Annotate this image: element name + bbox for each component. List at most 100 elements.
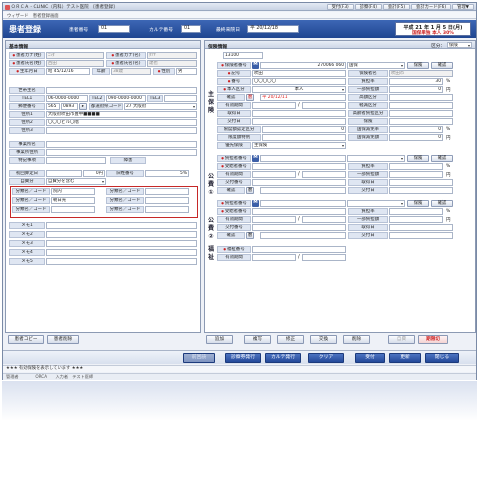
k1-yuko-to[interactable] bbox=[302, 171, 346, 178]
modify-button[interactable]: 修正 bbox=[277, 335, 304, 344]
memo5-input[interactable] bbox=[46, 258, 197, 265]
zip-input-1[interactable]: 565 bbox=[46, 103, 60, 110]
classify-input-3b[interactable] bbox=[145, 206, 189, 213]
addr1-input[interactable]: 大阪府吹田市豊中■■■■ bbox=[46, 111, 197, 118]
update-button[interactable]: 更新 bbox=[389, 353, 421, 363]
addr3-input[interactable] bbox=[46, 127, 197, 134]
patient-no-input[interactable]: 01 bbox=[98, 24, 130, 33]
genmen-amt-unit: 円 bbox=[446, 136, 451, 141]
k1-m-button[interactable]: M bbox=[252, 155, 259, 162]
discount-select[interactable]: 自費分を含む bbox=[46, 178, 106, 185]
name-kana-mei-input[interactable]: ﾀﾂﾔ bbox=[147, 52, 197, 59]
tel1-input[interactable]: 06-0000-0000 bbox=[46, 95, 88, 102]
k1-no-input[interactable] bbox=[260, 155, 346, 162]
classify-input-1b[interactable] bbox=[145, 188, 189, 195]
bango-input[interactable]: 〇〇〇〇〇 bbox=[252, 78, 346, 85]
prev-read-button[interactable]: 前回読 bbox=[183, 353, 215, 363]
kigo-input[interactable]: 吹田 bbox=[252, 70, 346, 77]
office-input[interactable] bbox=[46, 141, 197, 148]
classify-input-2b[interactable] bbox=[145, 197, 189, 204]
copy-button[interactable]: 複写 bbox=[244, 335, 271, 344]
chart-issue-button[interactable]: カルテ発行 bbox=[265, 353, 301, 363]
w-yuko-from[interactable] bbox=[252, 254, 296, 261]
hoken-button-2[interactable]: 保険 bbox=[407, 155, 429, 162]
yuko-to[interactable] bbox=[302, 102, 346, 109]
top-btn-admin[interactable]: 管理▼ bbox=[452, 4, 474, 10]
office-addr-input[interactable] bbox=[46, 149, 197, 156]
kakunin-date[interactable]: 平 20/12/11 bbox=[260, 94, 346, 101]
k1-recv-input[interactable] bbox=[252, 163, 346, 170]
reception-button[interactable]: 受付 bbox=[355, 353, 385, 363]
zip-search-button[interactable]: ▸ bbox=[79, 103, 87, 110]
memo4-input[interactable] bbox=[46, 249, 197, 256]
classify-input-1a[interactable]: 院内 bbox=[51, 188, 95, 195]
patient-copy-button[interactable]: 患者コピー bbox=[8, 335, 44, 344]
k1-kakunin-input[interactable] bbox=[260, 187, 346, 194]
kubun-select[interactable]: 保険 bbox=[447, 42, 472, 48]
close-button[interactable]: 閉じる bbox=[425, 353, 459, 363]
household-input[interactable] bbox=[46, 87, 197, 94]
kofu-input[interactable] bbox=[252, 118, 346, 125]
top-btn-exam[interactable]: 診察(F4) bbox=[354, 4, 382, 10]
memo2-input[interactable] bbox=[46, 231, 197, 238]
k2-recv-input[interactable] bbox=[252, 208, 346, 215]
clear-button[interactable]: クリア bbox=[308, 353, 344, 363]
k2-yuko-to[interactable] bbox=[302, 216, 346, 223]
top-btn-reception[interactable]: 受付(F3) bbox=[326, 4, 354, 10]
k1-cal-button[interactable]: 暦 bbox=[246, 187, 254, 194]
kakunin-button-3[interactable]: 確認 bbox=[431, 200, 453, 207]
add-button[interactable]: 追加 bbox=[206, 335, 233, 344]
birth-input[interactable]: 昭 45/12/16 bbox=[46, 68, 90, 75]
sex-input[interactable]: 男 bbox=[176, 68, 197, 75]
top-btn-account-card[interactable]: 会計カード(F6) bbox=[411, 4, 452, 10]
ins-type-select[interactable]: 国保 bbox=[347, 62, 405, 69]
patient-delete-button[interactable]: 患者削除 bbox=[47, 335, 79, 344]
name-kanji-sei-input[interactable]: 西田 bbox=[46, 60, 104, 67]
k2-kofu-input[interactable] bbox=[252, 224, 346, 231]
k1-yuko-from[interactable] bbox=[252, 171, 296, 178]
pref-select[interactable]: 27 大阪府 bbox=[124, 103, 197, 110]
zip-input-2[interactable]: 0893 bbox=[61, 103, 78, 110]
yuko-from[interactable] bbox=[252, 102, 296, 109]
addr2-input[interactable]: 〇〇〇ビル〇階 bbox=[46, 119, 197, 126]
top-btn-accounting[interactable]: 会計(F5) bbox=[382, 4, 411, 10]
k2-kakunin-input[interactable] bbox=[260, 232, 346, 239]
classify-input-3a[interactable] bbox=[51, 206, 95, 213]
k2-yuko-from[interactable] bbox=[252, 216, 296, 223]
hoken-button-1[interactable]: 保険 bbox=[407, 62, 429, 69]
k2-m-button[interactable]: M bbox=[252, 200, 259, 207]
k1-kofu-input[interactable] bbox=[252, 179, 346, 186]
shutoku-input[interactable] bbox=[252, 110, 346, 117]
k2-cal-button[interactable]: 暦 bbox=[246, 232, 254, 239]
k2-no-input[interactable] bbox=[260, 200, 346, 207]
first-visit-input[interactable] bbox=[46, 170, 82, 177]
ins-no-input[interactable]: 270066 060 bbox=[260, 62, 346, 69]
w-no-input[interactable] bbox=[252, 246, 346, 253]
name-kanji-mei-input[interactable]: 達也 bbox=[147, 60, 197, 67]
window-title: ＯＲＣＡ - CLINIC（内科）テスト医院 [患者登録] bbox=[11, 5, 115, 10]
self-pay-button[interactable]: 自費 bbox=[388, 335, 415, 344]
card-no-input[interactable]: 01 bbox=[181, 24, 201, 33]
classify-input-2a[interactable]: 朝日光 bbox=[51, 197, 95, 204]
card-issue-button[interactable]: 診察券発行 bbox=[225, 353, 261, 363]
memo1-input[interactable] bbox=[46, 222, 197, 229]
w-yuko-to[interactable] bbox=[302, 254, 346, 261]
delete-button[interactable]: 削除 bbox=[343, 335, 370, 344]
yusen-select[interactable]: 主保険 bbox=[252, 142, 346, 149]
tel2-input[interactable]: 090-0000-0000 bbox=[106, 95, 146, 102]
tel3-input[interactable] bbox=[164, 95, 197, 102]
ins-no-m-button[interactable]: M bbox=[252, 62, 259, 69]
hoken-button-3[interactable]: 保険 bbox=[407, 200, 429, 207]
k1-type-select[interactable] bbox=[347, 155, 405, 162]
expired-button[interactable]: 期限切 bbox=[418, 335, 448, 344]
honnin-select[interactable]: 本人 bbox=[252, 86, 346, 93]
age-value: 38歳 bbox=[111, 68, 151, 75]
note-input[interactable] bbox=[46, 157, 106, 164]
name-kana-sei-input[interactable]: ﾆｼﾀ bbox=[46, 52, 104, 59]
kakunin-button-2[interactable]: 確認 bbox=[431, 155, 453, 162]
k2-type-select[interactable] bbox=[347, 200, 405, 207]
memo3-input[interactable] bbox=[46, 240, 197, 247]
kakunin-button-1[interactable]: 確認 bbox=[431, 62, 453, 69]
kakunin-cal-button[interactable]: 暦 bbox=[246, 94, 254, 101]
swap-button[interactable]: 交換 bbox=[310, 335, 337, 344]
